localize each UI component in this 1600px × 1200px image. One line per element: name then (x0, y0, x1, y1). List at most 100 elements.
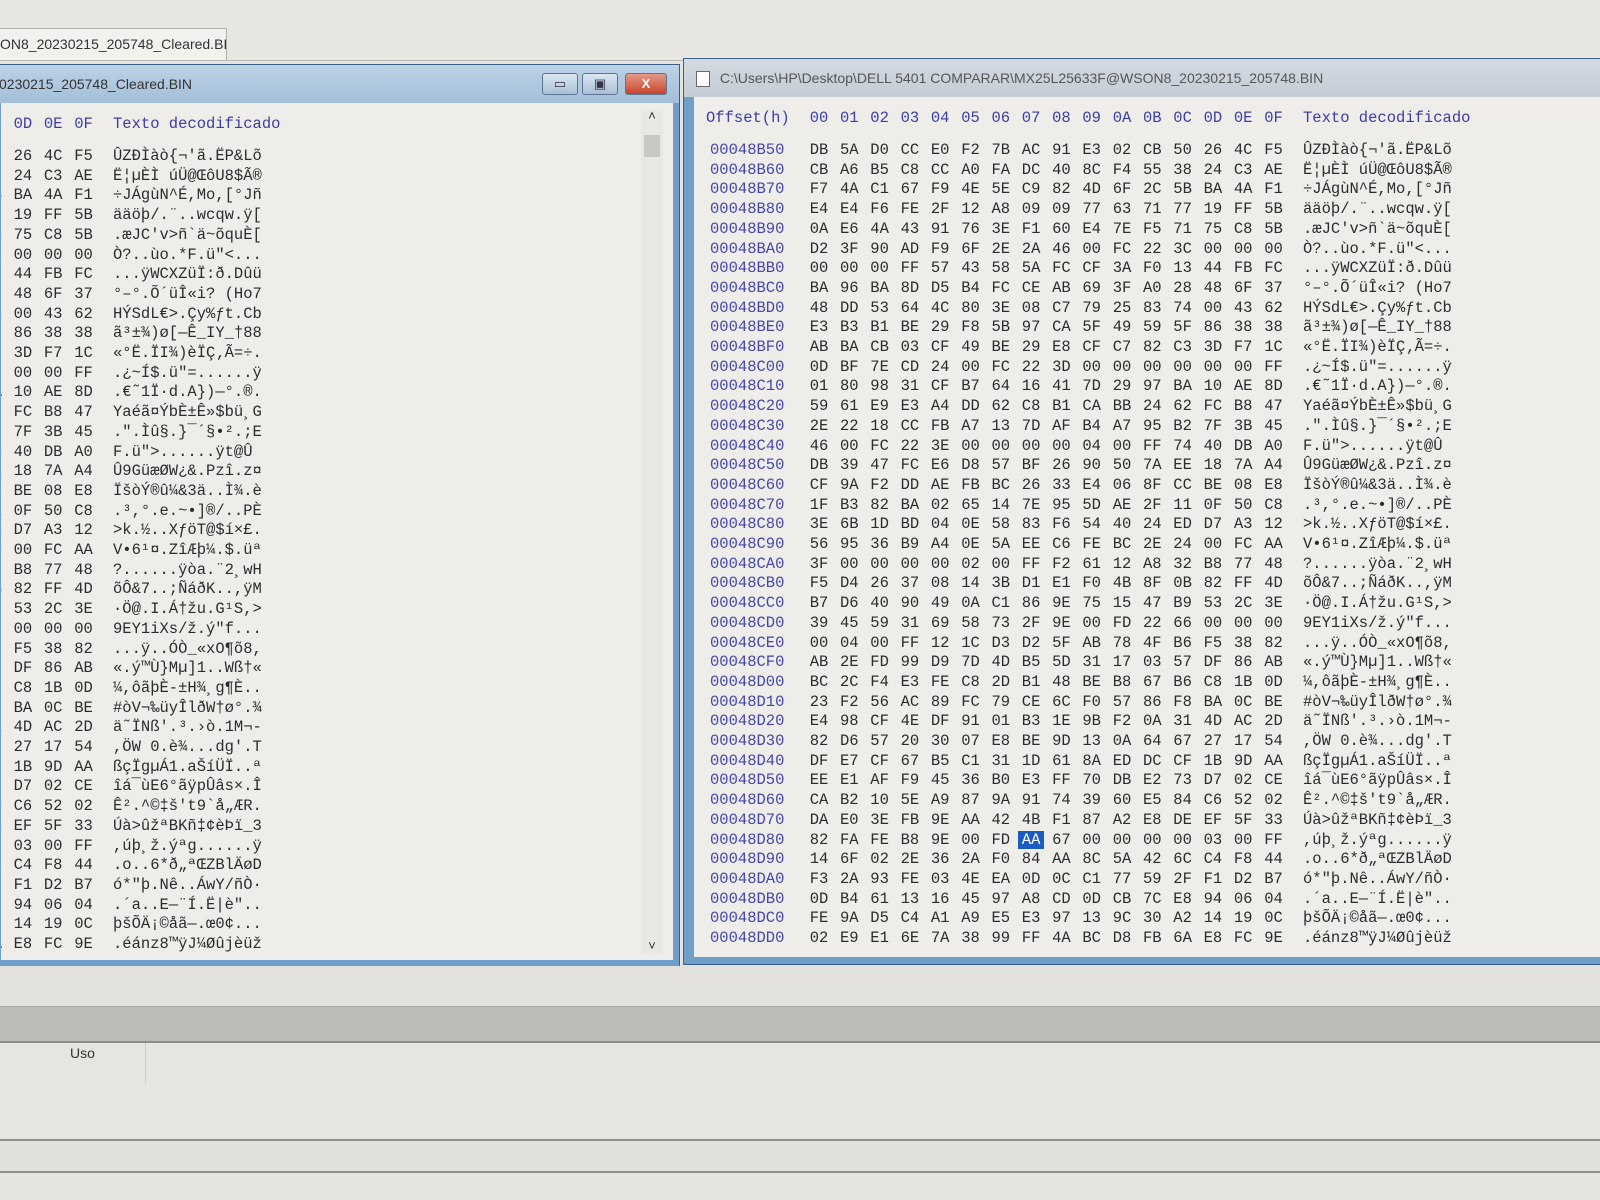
byte-cell[interactable]: B8 (897, 831, 923, 849)
byte-cell[interactable]: 74 (1048, 791, 1074, 809)
byte-cell[interactable]: BC (1079, 929, 1105, 947)
decoded-text[interactable]: îá¯ùE6°ãÿpÛâs×.Î (1303, 771, 1452, 789)
decoded-text[interactable]: .€˜1Ï·d.A})—°.®. (113, 383, 262, 401)
byte-cell[interactable]: 46 (1048, 240, 1074, 258)
byte-cell[interactable]: 5B (71, 206, 97, 224)
byte-cell[interactable]: 11 (1170, 496, 1196, 514)
byte-cell[interactable]: 00 (1139, 831, 1165, 849)
byte-cell[interactable]: C1 (958, 752, 984, 770)
byte-cell[interactable]: 74 (1, 443, 6, 461)
byte-cell[interactable]: 6C (1, 856, 6, 874)
byte-cell[interactable]: 6C (1048, 693, 1074, 711)
byte-cell[interactable]: 73 (1, 777, 6, 795)
byte-cell[interactable]: 00 (958, 831, 984, 849)
byte-cell[interactable]: DE (1170, 811, 1196, 829)
byte-cell[interactable]: 84 (1018, 850, 1044, 868)
byte-cell[interactable]: 47 (867, 456, 893, 474)
byte-cell[interactable]: 09 (1018, 200, 1044, 218)
byte-cell[interactable]: 3C (1, 246, 6, 264)
byte-cell[interactable]: 5D (1079, 496, 1105, 514)
byte-cell[interactable]: 9D (40, 758, 66, 776)
byte-cell[interactable]: FC (1230, 929, 1256, 947)
byte-cell[interactable]: 25 (1109, 299, 1135, 317)
byte-cell[interactable]: 00 (71, 246, 97, 264)
byte-cell[interactable]: 7D (958, 653, 984, 671)
byte-cell[interactable]: B5 (867, 161, 893, 179)
byte-cell[interactable]: CF (927, 377, 953, 395)
byte-cell[interactable]: 40 (867, 594, 893, 612)
byte-cell[interactable]: 00 (1079, 240, 1105, 258)
byte-cell[interactable]: FF (1139, 437, 1165, 455)
byte-cell[interactable]: 59 (1139, 870, 1165, 888)
decoded-text[interactable]: .".Ìû§.}¯´§•².;E (113, 423, 262, 441)
byte-cell[interactable]: C9 (1018, 180, 1044, 198)
byte-cell[interactable]: 54 (1261, 732, 1287, 750)
decoded-text[interactable]: ,úþ¸ž.ýªg......ÿ (113, 837, 262, 855)
byte-cell[interactable]: 00 (958, 358, 984, 376)
byte-cell[interactable]: 82 (806, 732, 832, 750)
byte-cell[interactable]: CA (806, 791, 832, 809)
byte-cell[interactable]: B6 (1, 640, 6, 658)
byte-cell[interactable]: 43 (1230, 299, 1256, 317)
byte-cell[interactable]: 98 (836, 712, 862, 730)
byte-cell[interactable]: FD (988, 831, 1014, 849)
byte-cell[interactable]: B4 (958, 279, 984, 297)
byte-cell[interactable]: 3D (10, 344, 36, 362)
byte-cell[interactable]: 16 (927, 890, 953, 908)
byte-cell[interactable]: 3E (927, 437, 953, 455)
byte-cell[interactable]: CC (927, 161, 953, 179)
byte-cell[interactable]: 02 (71, 797, 97, 815)
decoded-text[interactable]: ßçÏgµÁ1.aŠíÜÏ..ª (113, 758, 262, 776)
byte-cell[interactable]: B2 (836, 791, 862, 809)
byte-cell[interactable]: 98 (867, 377, 893, 395)
byte-cell[interactable]: 2F (1170, 870, 1196, 888)
byte-cell[interactable]: 26 (1200, 141, 1226, 159)
byte-cell[interactable]: F4 (867, 673, 893, 691)
byte-cell[interactable]: 67 (897, 180, 923, 198)
byte-cell[interactable]: 83 (1139, 299, 1165, 317)
byte-cell[interactable]: 6B (836, 515, 862, 533)
byte-cell[interactable]: EE (1, 462, 6, 480)
byte-cell[interactable]: F0 (1079, 574, 1105, 592)
decoded-text[interactable]: .³,°.e.~•]®/..PÈ (1303, 496, 1452, 514)
byte-cell[interactable]: 2F (927, 200, 953, 218)
byte-cell[interactable]: D7 (10, 777, 36, 795)
byte-cell[interactable]: 0F (10, 502, 36, 520)
byte-cell[interactable]: D2 (1230, 870, 1256, 888)
byte-cell[interactable]: B3 (1018, 712, 1044, 730)
decoded-text[interactable]: ä˜ÏNß'.³.›ò.1M¬- (113, 718, 262, 736)
scroll-down-arrow-icon[interactable]: ˅ (641, 939, 663, 954)
byte-cell[interactable]: 00 (10, 620, 36, 638)
byte-cell[interactable]: FA (988, 161, 1014, 179)
byte-cell[interactable]: A4 (71, 462, 97, 480)
byte-cell[interactable]: 64 (1139, 732, 1165, 750)
byte-cell[interactable]: 87 (1079, 811, 1105, 829)
byte-cell[interactable]: 00 (988, 437, 1014, 455)
byte-cell[interactable]: 45 (71, 423, 97, 441)
byte-cell[interactable]: 5E (988, 180, 1014, 198)
byte-cell[interactable]: 1C (958, 634, 984, 652)
byte-cell[interactable]: 9E (927, 831, 953, 849)
byte-cell[interactable]: 7A (927, 929, 953, 947)
byte-cell[interactable]: E2 (1139, 771, 1165, 789)
byte-cell[interactable]: FF (71, 837, 97, 855)
byte-cell[interactable]: F1 (1261, 180, 1287, 198)
byte-cell[interactable]: 04 (1261, 890, 1287, 908)
byte-cell[interactable]: 3E (867, 811, 893, 829)
byte-cell[interactable]: F8 (1, 699, 6, 717)
byte-cell[interactable]: 75 (1079, 594, 1105, 612)
byte-cell[interactable]: EA (988, 870, 1014, 888)
byte-cell[interactable]: C3 (1170, 338, 1196, 356)
decoded-text[interactable]: ßçÏgµÁ1.aŠíÜÏ..ª (1303, 752, 1452, 770)
byte-cell[interactable]: 00 (40, 620, 66, 638)
byte-cell[interactable]: 12 (927, 634, 953, 652)
byte-cell[interactable]: F5 (806, 574, 832, 592)
byte-cell[interactable]: A1 (927, 909, 953, 927)
byte-cell[interactable]: 58 (988, 515, 1014, 533)
byte-cell[interactable]: B3 (836, 496, 862, 514)
byte-cell[interactable]: 9E (1048, 594, 1074, 612)
byte-cell[interactable]: 4E (897, 712, 923, 730)
byte-cell[interactable]: 5B (71, 226, 97, 244)
byte-cell[interactable]: 59 (867, 614, 893, 632)
byte-cell[interactable]: FE (806, 909, 832, 927)
